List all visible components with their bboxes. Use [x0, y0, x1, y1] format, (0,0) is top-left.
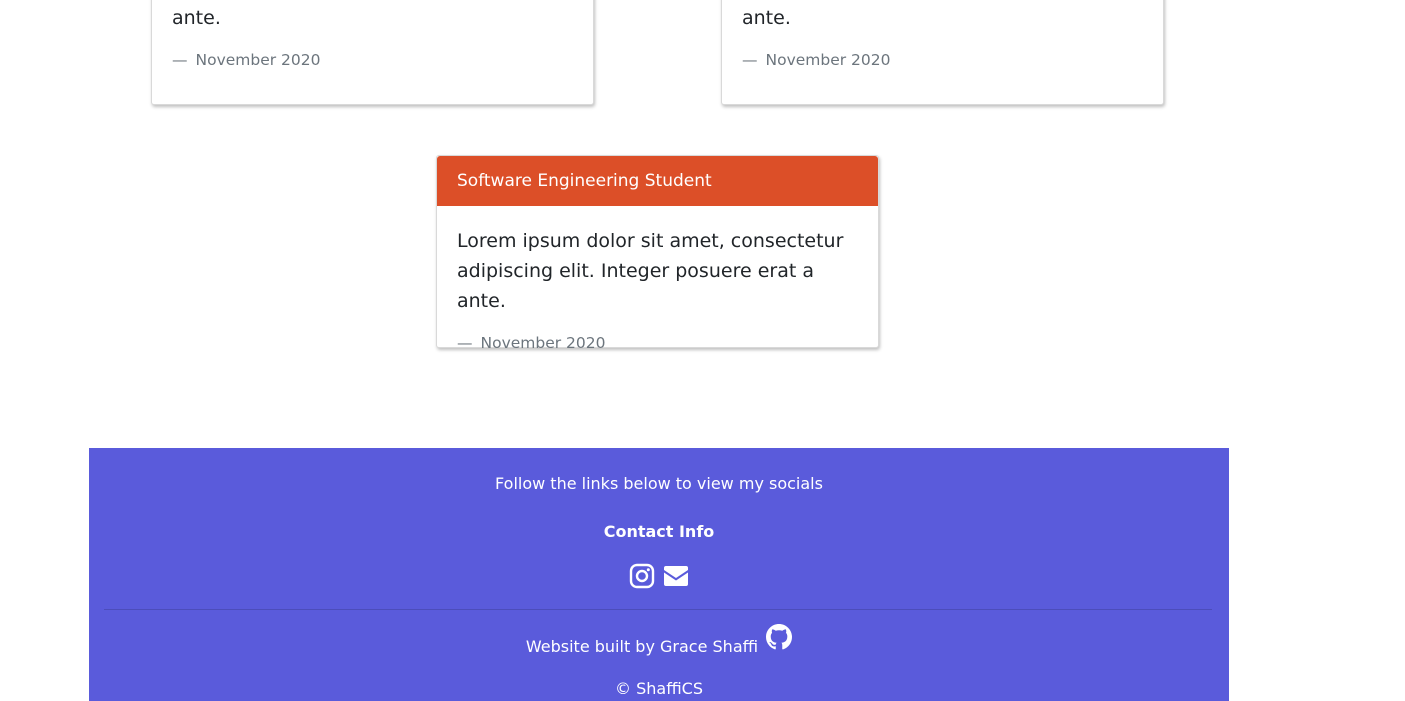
- envelope-icon: [664, 566, 688, 586]
- github-icon: [766, 624, 793, 650]
- experience-card: Lorem ipsum dolor sit amet, consectetur …: [151, 0, 594, 105]
- page: Lorem ipsum dolor sit amet, consectetur …: [0, 0, 1405, 701]
- experience-card: Lorem ipsum dolor sit amet, consectetur …: [721, 0, 1164, 105]
- card-date: — November 2020: [172, 45, 573, 75]
- dash: —: [172, 51, 188, 69]
- site-footer: Follow the links below to view my social…: [89, 448, 1229, 701]
- card-header: Software Engineering Student: [437, 156, 878, 206]
- card-body: Lorem ipsum dolor sit amet, consectetur …: [437, 206, 878, 358]
- footer-divider: [104, 609, 1212, 610]
- card-body: Lorem ipsum dolor sit amet, consectetur …: [152, 0, 593, 75]
- contact-heading: Contact Info: [603, 522, 715, 541]
- card-date: — November 2020: [742, 45, 1143, 75]
- date-text: November 2020: [765, 51, 891, 69]
- follow-text: Follow the links below to view my social…: [495, 474, 823, 493]
- card-text: Lorem ipsum dolor sit amet, consectetur …: [457, 230, 844, 312]
- email-link[interactable]: [662, 562, 690, 590]
- built-by-text: Website built by Grace Shaffi: [525, 637, 759, 656]
- instagram-icon: [629, 563, 655, 589]
- card-body: Lorem ipsum dolor sit amet, consectetur …: [722, 0, 1163, 75]
- experience-card: Software Engineering Student Lorem ipsum…: [436, 155, 879, 352]
- instagram-link[interactable]: [628, 562, 656, 590]
- copyright: © ShaffiCS: [615, 679, 703, 698]
- card-text: Lorem ipsum dolor sit amet, consectetur …: [742, 7, 791, 29]
- card-text: Lorem ipsum dolor sit amet, consectetur …: [172, 7, 221, 29]
- social-links: [89, 562, 1229, 590]
- built-by-row: Website built by Grace Shaffi: [89, 624, 1229, 656]
- card-date: — November 2020: [457, 328, 858, 358]
- date-text: November 2020: [195, 51, 321, 69]
- github-link[interactable]: [766, 624, 793, 652]
- dash: —: [742, 51, 758, 69]
- dash: —: [457, 334, 473, 352]
- date-text: November 2020: [480, 334, 606, 352]
